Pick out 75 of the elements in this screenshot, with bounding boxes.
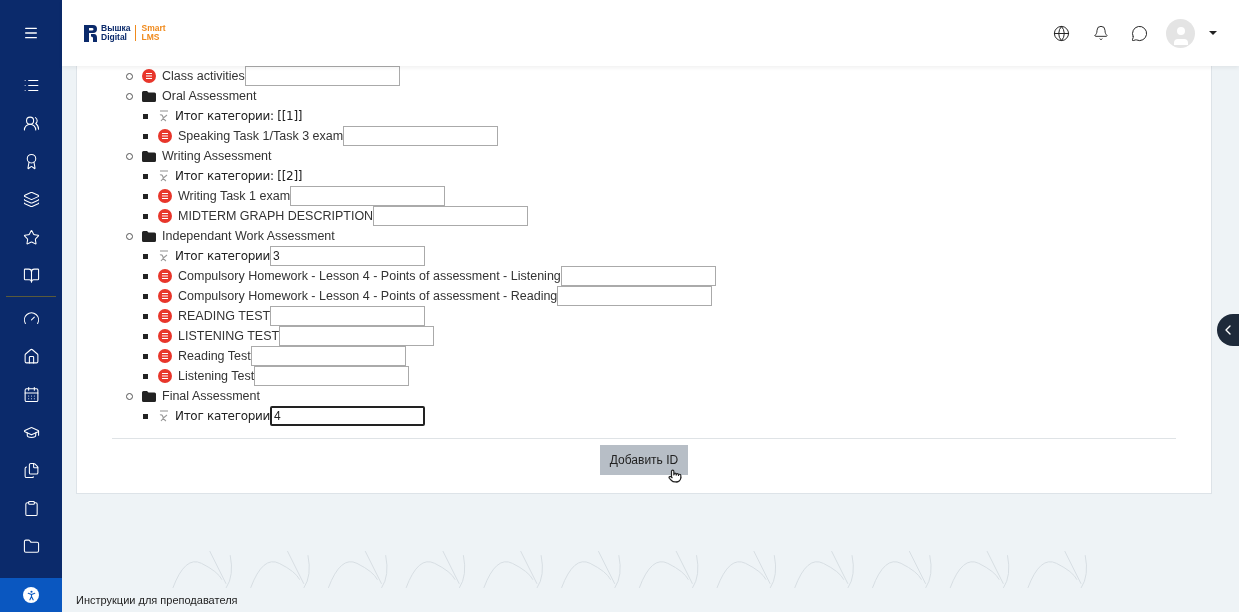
- id-input-field[interactable]: [244, 66, 400, 86]
- folder-icon: [142, 90, 156, 102]
- square-bullet-icon: [143, 273, 148, 279]
- category-total-label: Итог категории: [[1]]: [175, 108, 303, 125]
- list-circle-icon: [158, 349, 172, 363]
- square-bullet-icon: [143, 213, 148, 219]
- category-total-label: Итог категории: [175, 408, 271, 425]
- chat-bubble-icon[interactable]: [1131, 24, 1148, 42]
- activity-name: Compulsory Homework - Lesson 4 - Points of assessment - Reading: [178, 287, 558, 305]
- mean-symbol-icon: [158, 109, 169, 123]
- category-title: Oral Assessment: [162, 87, 257, 105]
- list-circle-icon: [158, 209, 172, 223]
- list-circle-icon: [158, 269, 172, 283]
- globe-icon[interactable]: [1053, 24, 1070, 42]
- list-circle-icon: [158, 189, 172, 203]
- list-circle-icon: [158, 129, 172, 143]
- activity-name: Speaking Task 1/Task 3 exam: [178, 127, 344, 145]
- square-bullet-icon: [143, 113, 148, 119]
- caret-icon[interactable]: [1209, 31, 1217, 35]
- category-title: Independant Work Assessment: [162, 227, 335, 245]
- activity-name: READING TEST: [178, 307, 271, 325]
- notification-bell-icon[interactable]: [1093, 25, 1109, 41]
- square-bullet-icon: [143, 253, 148, 259]
- list-circle-icon: [158, 329, 172, 343]
- category-title: Final Assessment: [162, 387, 260, 405]
- id-input-field[interactable]: [557, 286, 713, 306]
- square-bullet-icon: [143, 353, 148, 359]
- category-title: Writing Assessment: [162, 147, 272, 165]
- activity-name: Class activities: [162, 67, 245, 85]
- square-bullet-icon: [143, 373, 148, 379]
- id-input-field[interactable]: [254, 366, 410, 386]
- activity-name: MIDTERM GRAPH DESCRIPTION: [178, 207, 374, 225]
- product-name: Smart: [141, 24, 166, 33]
- activity-name: Writing Task 1 exam: [178, 187, 291, 205]
- id-input-field[interactable]: [250, 346, 406, 366]
- id-input-field[interactable]: [343, 126, 499, 146]
- logo-mark-icon: [84, 24, 97, 42]
- folder-icon: [142, 150, 156, 162]
- square-bullet-icon: [143, 313, 148, 319]
- accessibility-button[interactable]: [0, 578, 62, 612]
- list-circle-icon: [158, 289, 172, 303]
- id-input-field[interactable]: [560, 266, 716, 286]
- list-circle-icon: [158, 309, 172, 323]
- activity-name: LISTENING TEST: [178, 327, 280, 345]
- id-input-field[interactable]: [279, 326, 435, 346]
- activity-name: Reading Test: [178, 347, 251, 365]
- mean-symbol-icon: [158, 409, 169, 423]
- activity-name: Compulsory Homework - Lesson 4 - Points of assessment - Listening: [178, 267, 561, 285]
- square-bullet-icon: [143, 293, 148, 299]
- id-input-field[interactable]: 3: [270, 246, 426, 266]
- logo-text: Digital: [101, 33, 128, 42]
- square-bullet-icon: [143, 193, 148, 199]
- add-id-button[interactable]: Добавить ID: [599, 445, 689, 475]
- category-total-label: Итог категории: [[2]]: [175, 168, 303, 185]
- square-bullet-icon: [143, 173, 148, 179]
- folder-icon: [142, 390, 156, 402]
- id-input-field[interactable]: [373, 206, 529, 226]
- id-input-field[interactable]: [270, 306, 426, 326]
- category-total-label: Итог категории: [175, 248, 271, 265]
- hand-cursor-icon: [668, 469, 682, 483]
- square-bullet-icon: [143, 133, 148, 139]
- id-input-field[interactable]: [290, 186, 446, 206]
- logo-text: Вышка: [101, 24, 131, 33]
- list-circle-icon: [142, 69, 156, 83]
- activity-name: Listening Test: [178, 367, 255, 385]
- mean-symbol-icon: [158, 169, 169, 183]
- collapse-drawer-button[interactable]: [1217, 314, 1239, 346]
- list-circle-icon: [158, 369, 172, 383]
- footer-link[interactable]: Инструкции для преподавателя: [76, 591, 1212, 608]
- mean-symbol-icon: [158, 249, 169, 263]
- folder-icon: [142, 230, 156, 242]
- product-name: LMS: [141, 33, 161, 42]
- square-bullet-icon: [143, 333, 148, 339]
- square-bullet-icon: [143, 413, 148, 419]
- id-input-field[interactable]: 4: [270, 406, 426, 426]
